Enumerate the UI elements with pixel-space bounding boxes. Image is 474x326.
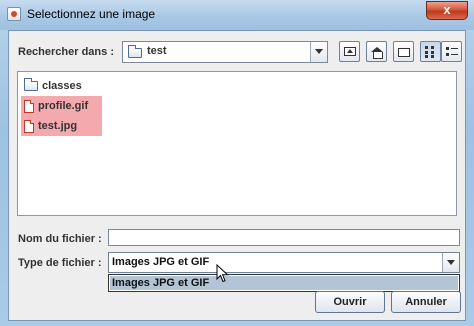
filename-input[interactable]: [108, 229, 460, 246]
list-view-icon: [425, 46, 437, 58]
title-bar: Selectionnez une image x: [0, 0, 474, 30]
new-folder-button[interactable]: [393, 41, 414, 62]
cancel-button[interactable]: Annuler: [391, 291, 461, 313]
home-icon: [371, 47, 383, 59]
details-view-icon: [446, 46, 458, 58]
folder-icon: [24, 78, 38, 92]
lookin-combo[interactable]: test: [122, 41, 328, 63]
list-item-profile-gif[interactable]: profile.gif: [21, 96, 102, 116]
up-folder-icon: [344, 47, 356, 56]
java-app-icon: [7, 7, 21, 21]
filetype-popup: Images JPG et GIF: [108, 274, 460, 292]
chevron-down-icon[interactable]: [442, 253, 459, 272]
lookin-label: Rechercher dans :: [18, 46, 114, 58]
open-button[interactable]: Ouvrir: [315, 291, 385, 313]
folder-icon: [128, 45, 142, 58]
list-item-classes[interactable]: classes: [21, 76, 102, 96]
filetype-label: Type de fichier :: [18, 257, 102, 269]
file-list[interactable]: classes profile.gif test.jpg: [17, 71, 457, 216]
filename-label: Nom du fichier :: [18, 233, 102, 245]
home-button[interactable]: [366, 41, 387, 62]
filetype-selected: Images JPG et GIF: [112, 256, 210, 268]
mouse-cursor-icon: [216, 264, 229, 283]
new-folder-icon: [398, 48, 410, 57]
chevron-down-icon[interactable]: [310, 42, 327, 62]
lookin-folder-name: test: [147, 45, 167, 57]
up-one-level-button[interactable]: [339, 41, 360, 62]
file-icon: [24, 119, 34, 133]
file-chooser-dialog: Rechercher dans : test classes profile.g…: [8, 30, 466, 321]
close-button[interactable]: x: [426, 1, 468, 20]
list-item-test-jpg[interactable]: test.jpg: [21, 116, 102, 136]
details-view-button[interactable]: [441, 41, 462, 62]
file-icon: [24, 99, 34, 113]
window-title: Selectionnez une image: [27, 7, 156, 21]
list-view-button[interactable]: [420, 41, 441, 62]
filetype-combo[interactable]: Images JPG et GIF: [108, 252, 460, 273]
filetype-option[interactable]: Images JPG et GIF: [110, 276, 458, 290]
